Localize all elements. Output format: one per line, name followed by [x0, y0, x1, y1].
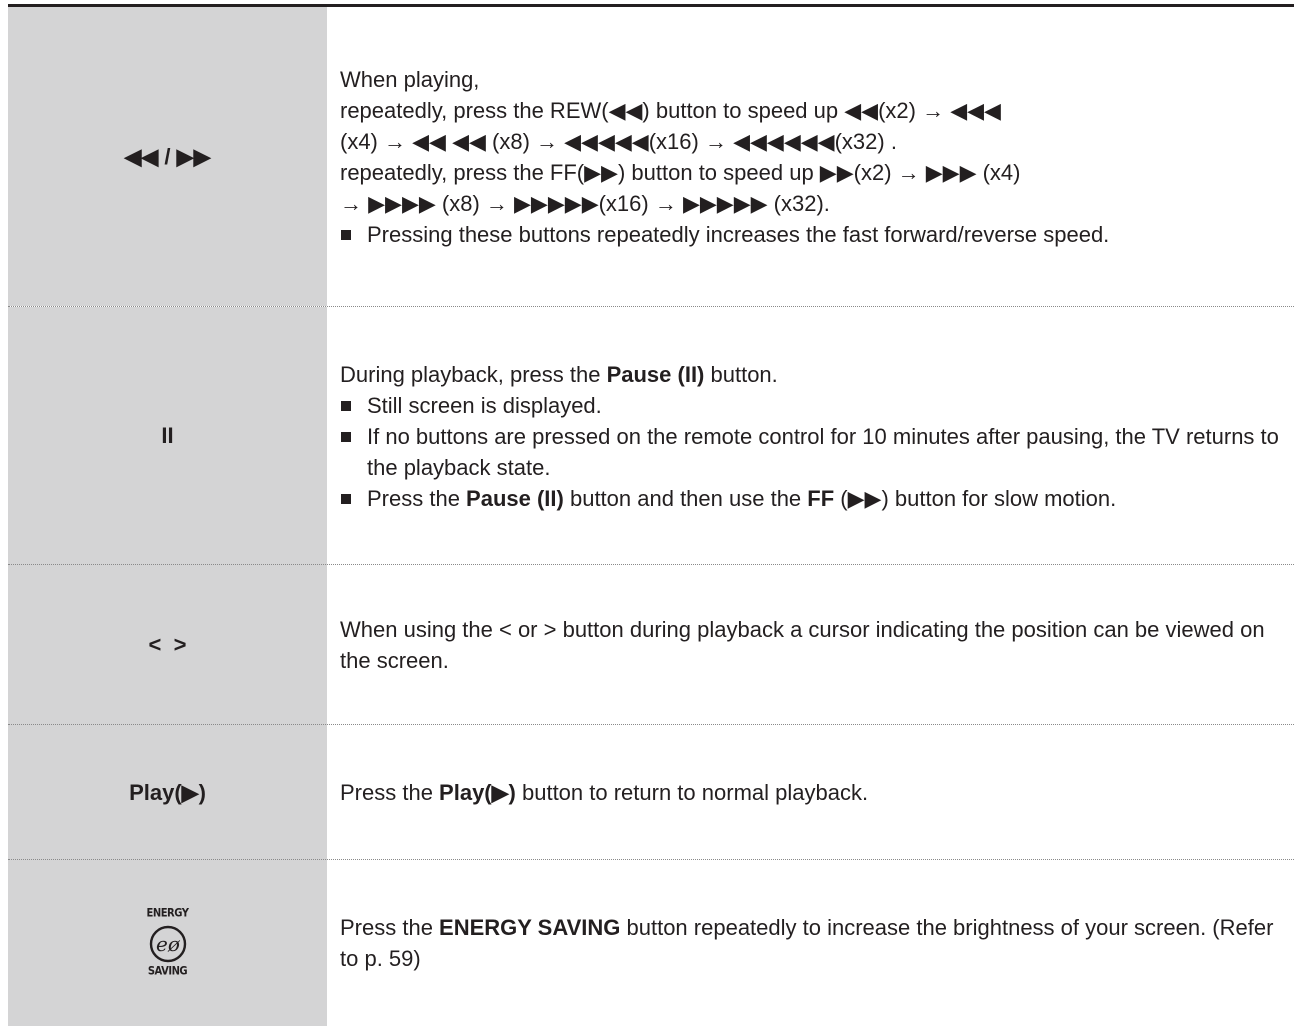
text-line: repeatedly, press the FF(▶▶) button to s…	[340, 159, 1021, 185]
bullet-item: Still screen is displayed.	[340, 390, 1284, 421]
text-span: Press the	[367, 485, 467, 511]
saving-label: SAVING	[147, 965, 188, 978]
description-cell-play: Press the Play(▶) button to return to no…	[327, 725, 1294, 860]
table-row-rew-ff: ◀◀ / ▶▶ When playing, repeatedly, press …	[8, 7, 1294, 306]
description-cell-energy-saving: Press the ENERGY SAVING button repeatedl…	[327, 860, 1294, 1026]
energy-label: ENERGY	[146, 907, 189, 920]
bullet-square-icon	[341, 400, 351, 411]
text-line: (x4) → ◀◀ ◀◀ (x8) → ◀◀◀◀◀(x16) → ◀◀◀◀◀◀(…	[340, 128, 897, 154]
energy-saving-button-icon: ENERGY eø SAVING	[146, 907, 189, 978]
text-line: Press the Play(▶) button to return to no…	[340, 777, 1284, 808]
bullet-square-icon	[341, 431, 351, 442]
description-cell-cursor: When using the < or > button during play…	[327, 565, 1294, 725]
table-row-energy-saving: ENERGY eø SAVING Press the ENERGY SAVING…	[8, 859, 1294, 1026]
bullet-square-icon	[341, 493, 351, 504]
text-span: button to return to normal playback.	[515, 780, 869, 805]
text-line: repeatedly, press the REW(◀◀) button to …	[340, 97, 1001, 123]
bold-text: ENERGY SAVING	[439, 915, 621, 940]
bullet-text: Still screen is displayed.	[367, 392, 602, 418]
bold-text: Pause (II)	[606, 361, 705, 387]
text-line: When using the < or > button during play…	[340, 617, 1265, 673]
description-cell-pause: During playback, press the Pause (II) bu…	[327, 307, 1294, 565]
bullet-square-icon	[341, 229, 351, 240]
bullet-item: If no buttons are pressed on the remote …	[340, 421, 1284, 483]
table-row-cursor: < > When using the < or > button during …	[8, 564, 1294, 725]
text-span: button.	[704, 361, 778, 387]
text-span: (▶▶) button for slow motion.	[834, 485, 1117, 511]
text-line: Press the ENERGY SAVING button repeatedl…	[340, 912, 1284, 974]
table-row-pause: II During playback, press the Pause (II)…	[8, 306, 1294, 565]
text-line: → ▶▶▶▶ (x8) → ▶▶▶▶▶(x16) → ▶▶▶▶▶ (x32).	[340, 190, 830, 216]
bullet-text: Pressing these buttons repeatedly increa…	[367, 221, 1110, 247]
text-span: button and then use the	[563, 485, 808, 511]
text-line: During playback, press the Pause (II) bu…	[340, 359, 1284, 390]
bold-text: FF	[807, 485, 835, 511]
text-span: Press the	[340, 915, 440, 940]
bold-text: Pause (II)	[466, 485, 564, 511]
bullet-item: Press the Pause (II) button and then use…	[340, 483, 1284, 514]
text-span: Press the	[340, 780, 440, 805]
key-cell-cursor: < >	[8, 565, 327, 725]
key-cell-pause: II	[8, 307, 327, 565]
text-line: When playing,	[340, 66, 480, 92]
bullet-item: Pressing these buttons repeatedly increa…	[340, 219, 1284, 250]
button-reference-table: ◀◀ / ▶▶ When playing, repeatedly, press …	[8, 4, 1294, 1026]
bullet-text: If no buttons are pressed on the remote …	[367, 423, 1279, 480]
description-cell-rew-ff: When playing, repeatedly, press the REW(…	[327, 7, 1294, 306]
key-cell-energy-saving: ENERGY eø SAVING	[8, 860, 327, 1026]
eco-leaf-icon: eø	[149, 925, 186, 963]
table-row-play: Play(▶) Press the Play(▶) button to retu…	[8, 724, 1294, 860]
key-cell-rew-ff: ◀◀ / ▶▶	[8, 7, 327, 306]
svg-text:eø: eø	[156, 932, 181, 956]
text-span: During playback, press the	[340, 361, 607, 387]
bold-text: Play(▶)	[439, 780, 516, 805]
key-cell-play: Play(▶)	[8, 725, 327, 860]
